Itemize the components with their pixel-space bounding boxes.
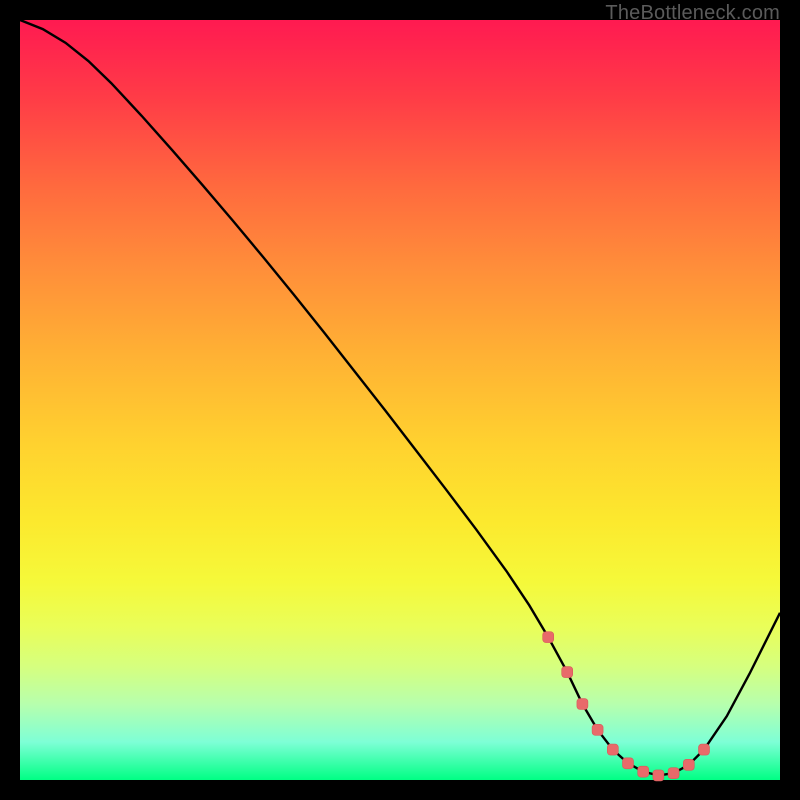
valley-marker (653, 770, 664, 781)
valley-markers (543, 632, 710, 781)
valley-marker (638, 766, 649, 777)
valley-marker (623, 758, 634, 769)
bottleneck-curve-svg (20, 20, 780, 780)
valley-marker (607, 744, 618, 755)
bottleneck-curve (20, 20, 780, 775)
valley-marker (592, 724, 603, 735)
chart-frame: TheBottleneck.com (0, 0, 800, 800)
plot-area (20, 20, 780, 780)
valley-marker (668, 768, 679, 779)
watermark-text: TheBottleneck.com (605, 2, 780, 25)
valley-marker (699, 744, 710, 755)
valley-marker (543, 632, 554, 643)
valley-marker (562, 667, 573, 678)
valley-marker (577, 699, 588, 710)
valley-marker (683, 759, 694, 770)
